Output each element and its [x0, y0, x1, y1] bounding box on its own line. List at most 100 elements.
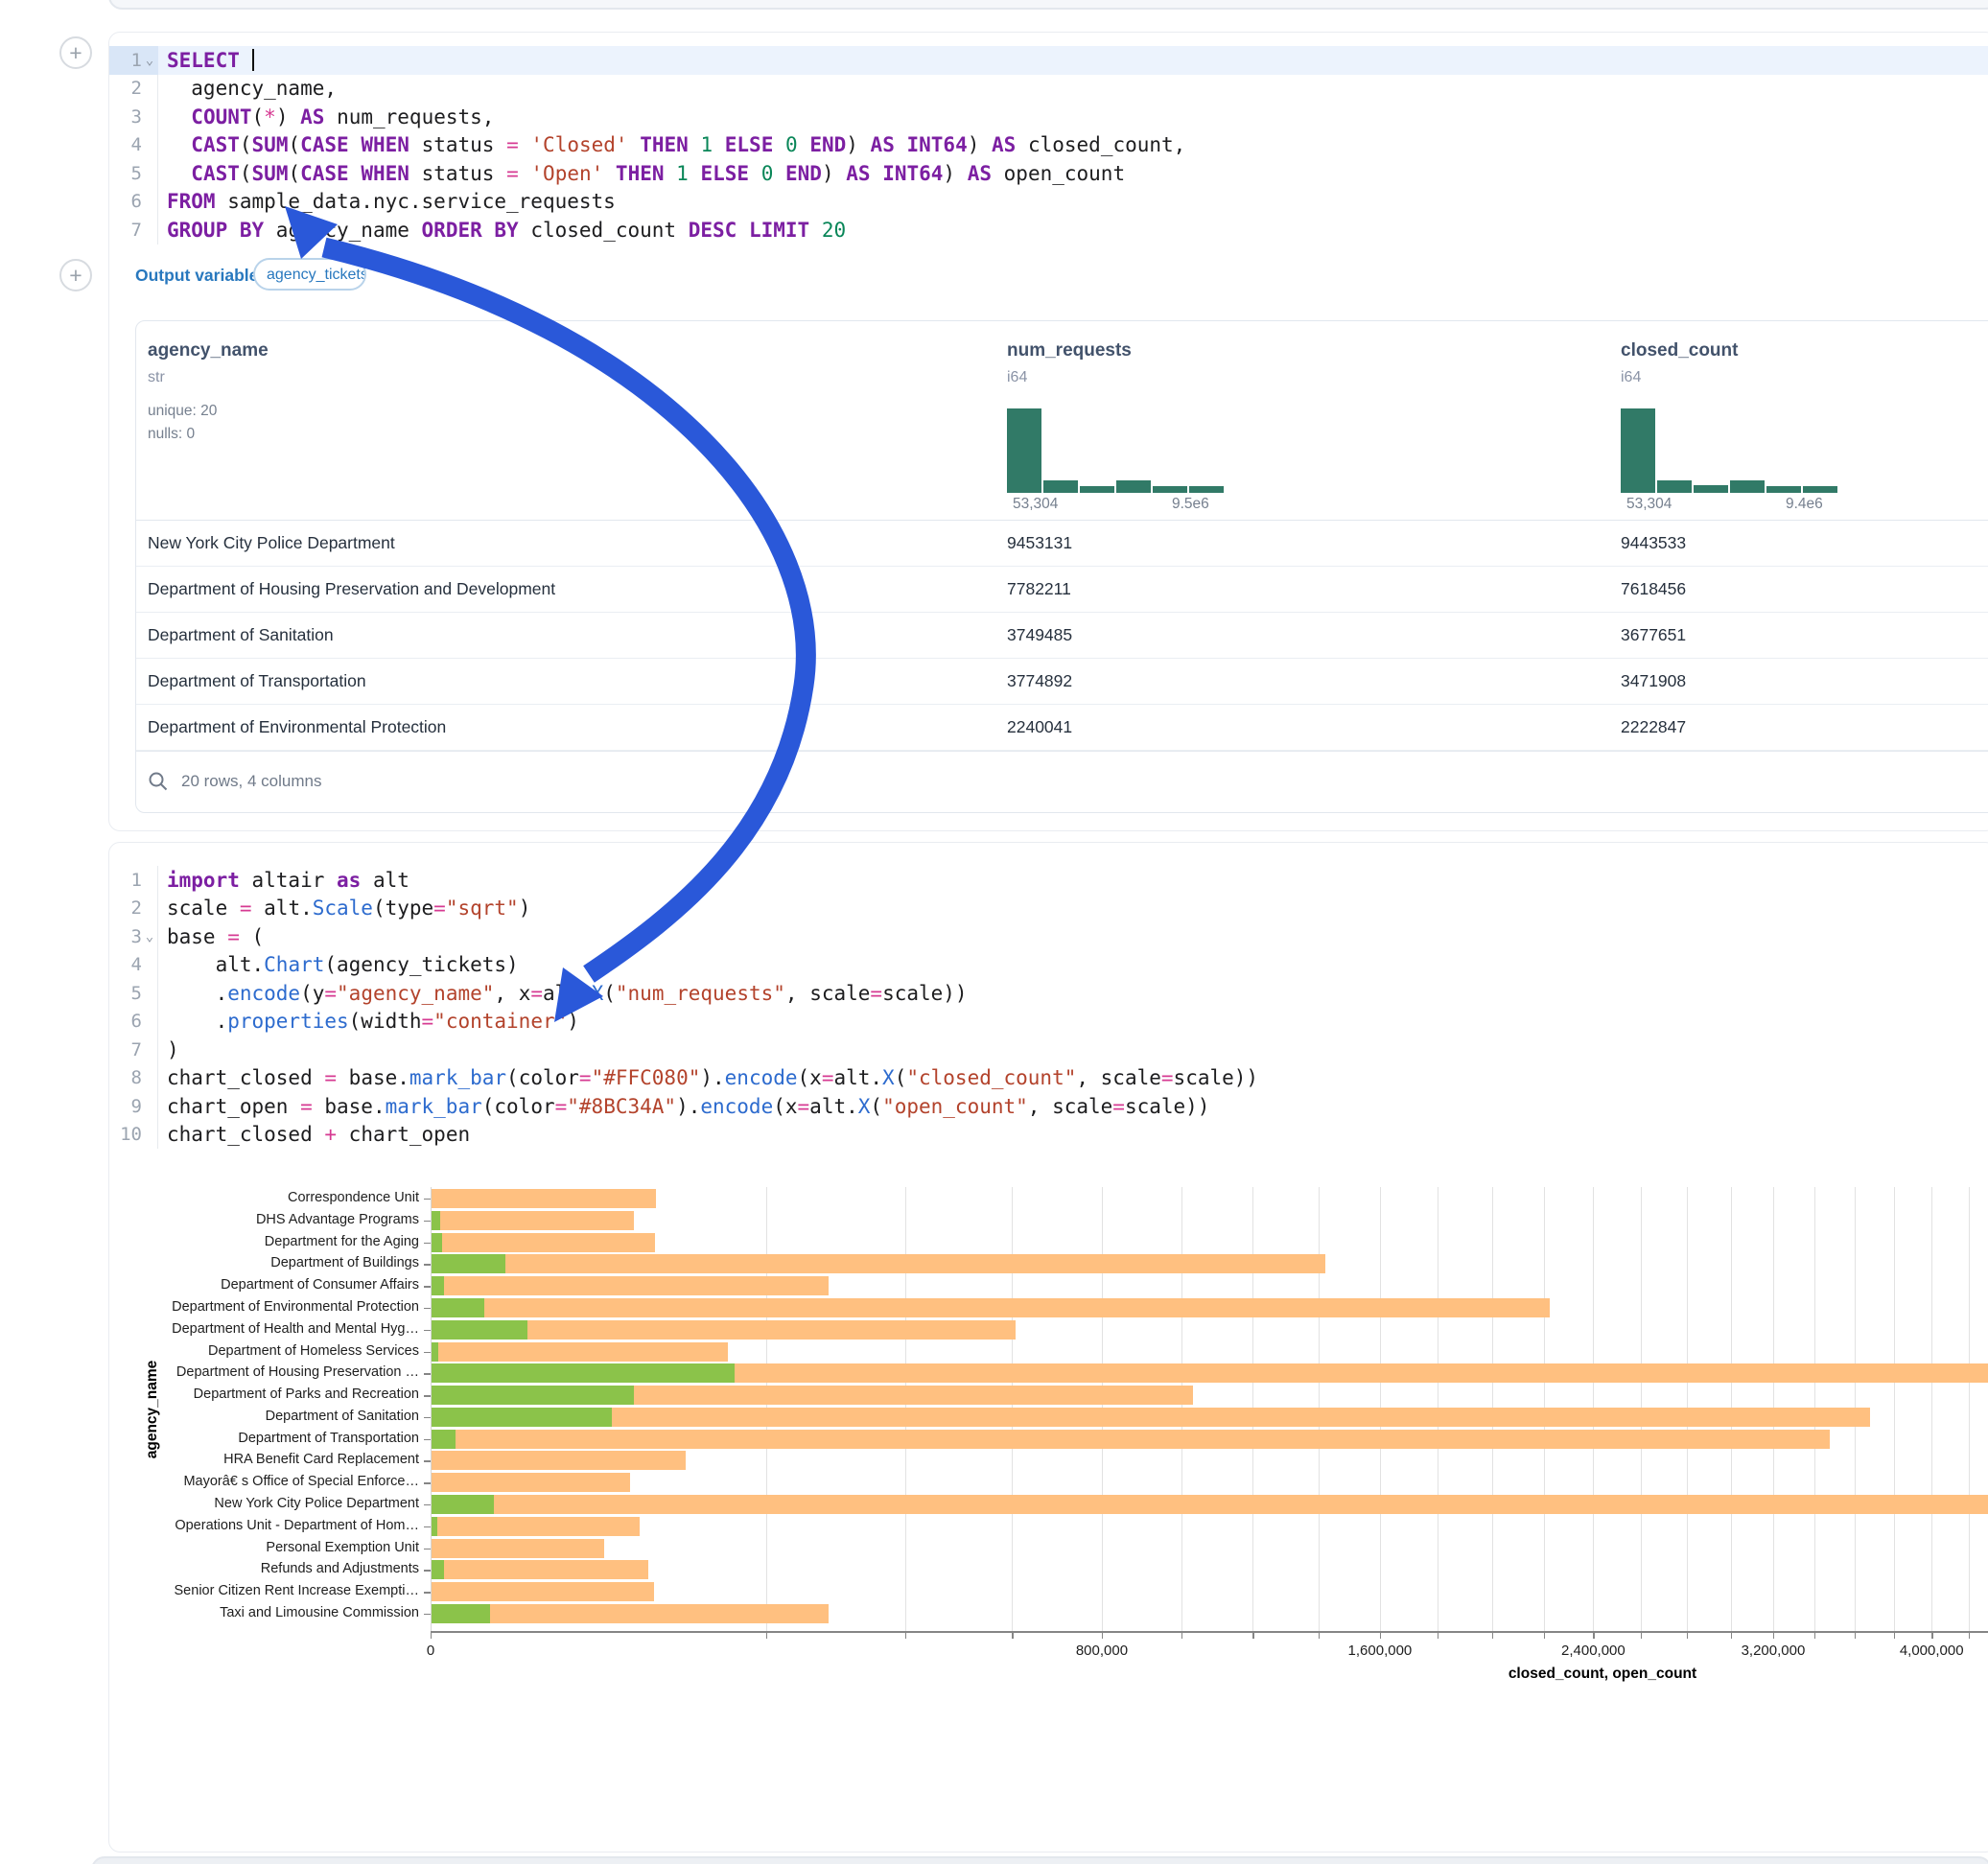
x-axis-domain	[431, 1631, 1988, 1633]
y-axis-label: Taxi and Limousine Commission	[131, 1605, 419, 1620]
bar-closed_count	[432, 1298, 1551, 1317]
x-axis-tick	[1012, 1633, 1013, 1639]
bar-closed_count	[432, 1233, 655, 1252]
line-number: 4	[111, 134, 142, 155]
y-axis-tick	[424, 1504, 431, 1505]
code-line[interactable]: 3 COUNT(*) AS num_requests,	[109, 103, 1988, 131]
y-axis-tick	[424, 1373, 431, 1374]
histogram-bar	[1766, 486, 1801, 493]
table-row: New York City Police Department945313194…	[136, 520, 1988, 567]
x-axis-tick	[1641, 1633, 1642, 1639]
table-row: Department of Housing Preservation and D…	[136, 566, 1988, 613]
y-axis-tick	[424, 1330, 431, 1331]
y-axis-tick	[424, 1352, 431, 1353]
table-cell: 7782211	[1007, 566, 1071, 612]
sql-editor[interactable]: 1⌄SELECT 2 agency_name,3 COUNT(*) AS num…	[109, 46, 1988, 245]
y-axis-tick	[424, 1570, 431, 1571]
table-cell: 7618456	[1621, 566, 1686, 612]
bar-open_count	[432, 1342, 439, 1362]
code-line[interactable]: 2 agency_name,	[109, 75, 1988, 104]
bar-closed_count	[432, 1539, 605, 1558]
code-line[interactable]: 6FROM sample_data.nyc.service_requests	[109, 188, 1988, 217]
histogram-min-label: 53,304	[1626, 496, 1672, 513]
bar-open_count	[432, 1408, 612, 1427]
y-axis-tick	[424, 1395, 431, 1396]
bar-open_count	[432, 1254, 505, 1273]
x-axis-tick	[1931, 1633, 1932, 1639]
column-name: num_requests	[1007, 340, 1132, 361]
code-line[interactable]: 4 CAST(SUM(CASE WHEN status = 'Closed' T…	[109, 131, 1988, 160]
bar-closed_count	[432, 1211, 634, 1230]
add-cell-button-top[interactable]: +	[59, 36, 92, 69]
x-axis-tick	[1894, 1633, 1895, 1639]
line-number: 7	[111, 220, 142, 241]
table-row: Department of Environmental Protection22…	[136, 704, 1988, 751]
bar-closed_count	[432, 1408, 1871, 1427]
histogram-bar	[1043, 480, 1078, 493]
y-axis-label: Personal Exemption Unit	[131, 1540, 419, 1555]
x-axis-tick	[905, 1633, 906, 1639]
code-line[interactable]: 1⌄SELECT	[109, 46, 1988, 75]
bar-open_count	[432, 1517, 438, 1536]
search-icon[interactable]	[148, 771, 169, 792]
code-line[interactable]: 7GROUP BY agency_name ORDER BY closed_co…	[109, 216, 1988, 245]
table-row-count: 20 rows, 4 columns	[181, 772, 321, 791]
x-axis-tick-label: 2,400,000	[1516, 1643, 1670, 1659]
previous-cell-edge	[108, 0, 1988, 10]
x-axis-tick	[1252, 1633, 1253, 1639]
x-axis-tick	[1731, 1633, 1732, 1639]
add-cell-button-output[interactable]: +	[59, 259, 92, 291]
table-cell: Department of Sanitation	[148, 612, 334, 658]
x-axis-tick-label: 800,000	[1025, 1643, 1179, 1659]
y-axis-label: Senior Citizen Rent Increase Exempti…	[131, 1583, 419, 1598]
table-footer: 20 rows, 4 columns	[136, 751, 1988, 811]
table-cell: 2240041	[1007, 704, 1072, 750]
bar-closed_count	[432, 1254, 1326, 1273]
histogram-max-label: 9.4e6	[1786, 496, 1823, 513]
next-cell-edge	[91, 1856, 1988, 1864]
y-axis-title: agency_name	[144, 1314, 161, 1505]
x-axis-tick	[1319, 1633, 1320, 1639]
output-variable-label: Output variable:	[135, 266, 264, 286]
histogram-bar	[1153, 486, 1187, 493]
bar-closed_count	[432, 1495, 1988, 1514]
x-axis-tick	[1855, 1633, 1856, 1639]
y-axis-tick	[424, 1614, 431, 1615]
y-axis-tick	[424, 1592, 431, 1593]
y-axis-tick	[424, 1221, 431, 1222]
bar-open_count	[432, 1233, 442, 1252]
x-axis-tick	[1102, 1633, 1103, 1639]
y-axis-label: Refunds and Adjustments	[131, 1561, 419, 1576]
notebook-page: + + 1⌄SELECT 2 agency_name,3 COUNT(*) AS…	[0, 0, 1988, 1864]
y-axis-label: HRA Benefit Card Replacement	[131, 1452, 419, 1467]
y-axis-label: Department for the Aging	[131, 1234, 419, 1249]
y-axis-label: Department of Consumer Affairs	[131, 1277, 419, 1293]
histogram-bar	[1694, 485, 1728, 493]
y-axis-label: Department of Buildings	[131, 1255, 419, 1270]
histogram-bar	[1116, 480, 1151, 493]
bar-open_count	[432, 1298, 485, 1317]
x-axis-tick	[431, 1633, 432, 1639]
column-type: i64	[1621, 369, 1641, 386]
column-name: agency_name	[148, 340, 269, 361]
bar-open_count	[432, 1211, 441, 1230]
histogram-bar	[1657, 480, 1692, 493]
x-axis-tick	[1380, 1633, 1381, 1639]
table-cell: 3774892	[1007, 658, 1072, 704]
x-axis-tick	[766, 1633, 767, 1639]
x-axis-tick	[1969, 1633, 1970, 1639]
code-line[interactable]: 5 CAST(SUM(CASE WHEN status = 'Open' THE…	[109, 159, 1988, 188]
fold-toggle-icon[interactable]: ⌄	[142, 53, 157, 68]
chart-plot-area	[431, 1187, 1988, 1631]
y-axis-tick	[424, 1243, 431, 1244]
column-stat: unique: 20	[148, 403, 217, 420]
table-cell: 3471908	[1621, 658, 1686, 704]
line-number: 6	[111, 191, 142, 212]
histogram-bar	[1621, 408, 1655, 493]
bar-closed_count	[432, 1517, 640, 1536]
bar-open_count	[432, 1386, 634, 1405]
bar-closed_count	[432, 1604, 830, 1623]
python-cell: 1import altair as alt2scale = alt.Scale(…	[108, 842, 1988, 1852]
table-cell: 9453131	[1007, 520, 1072, 566]
output-variable-pill[interactable]: agency_tickets	[253, 258, 366, 291]
